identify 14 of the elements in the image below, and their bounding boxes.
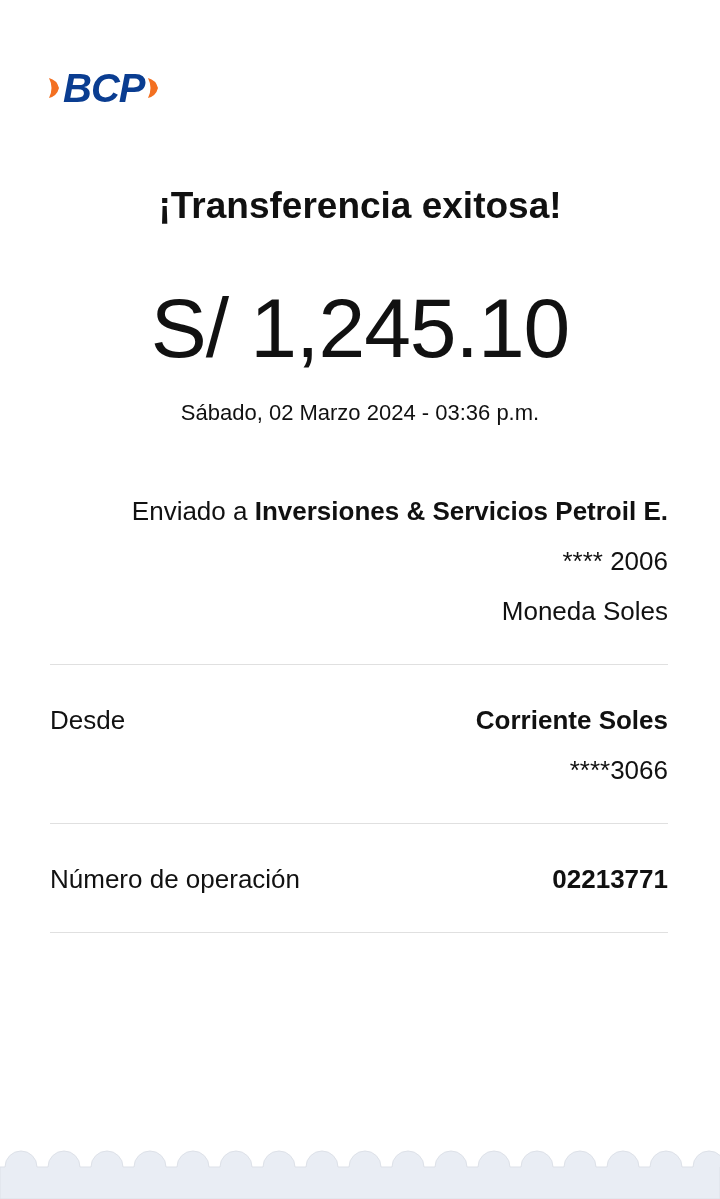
amount: S/ 1,245.10 — [149, 280, 571, 377]
chevron-icon — [48, 77, 60, 99]
row-value: Corriente Soles — [475, 704, 668, 737]
account-number: **** 2006 — [562, 545, 668, 578]
row-label: Desde — [50, 704, 126, 737]
row-label: Número de operación — [50, 863, 301, 896]
currency-text: Moneda Soles — [501, 595, 668, 628]
row-value: 02213771 — [552, 863, 668, 896]
row-subvalue: ****3066 — [569, 754, 668, 787]
success-title: ¡Transferencia exitosa! — [157, 184, 563, 228]
chevron-icon — [147, 77, 160, 99]
logo-text: BCP — [63, 66, 145, 110]
date-time: Sábado, 02 Marzo 2024 - 03:36 p.m. — [179, 399, 541, 427]
recipient-text: Enviado a Inversiones & Servicios Petroil E. — [131, 495, 668, 528]
